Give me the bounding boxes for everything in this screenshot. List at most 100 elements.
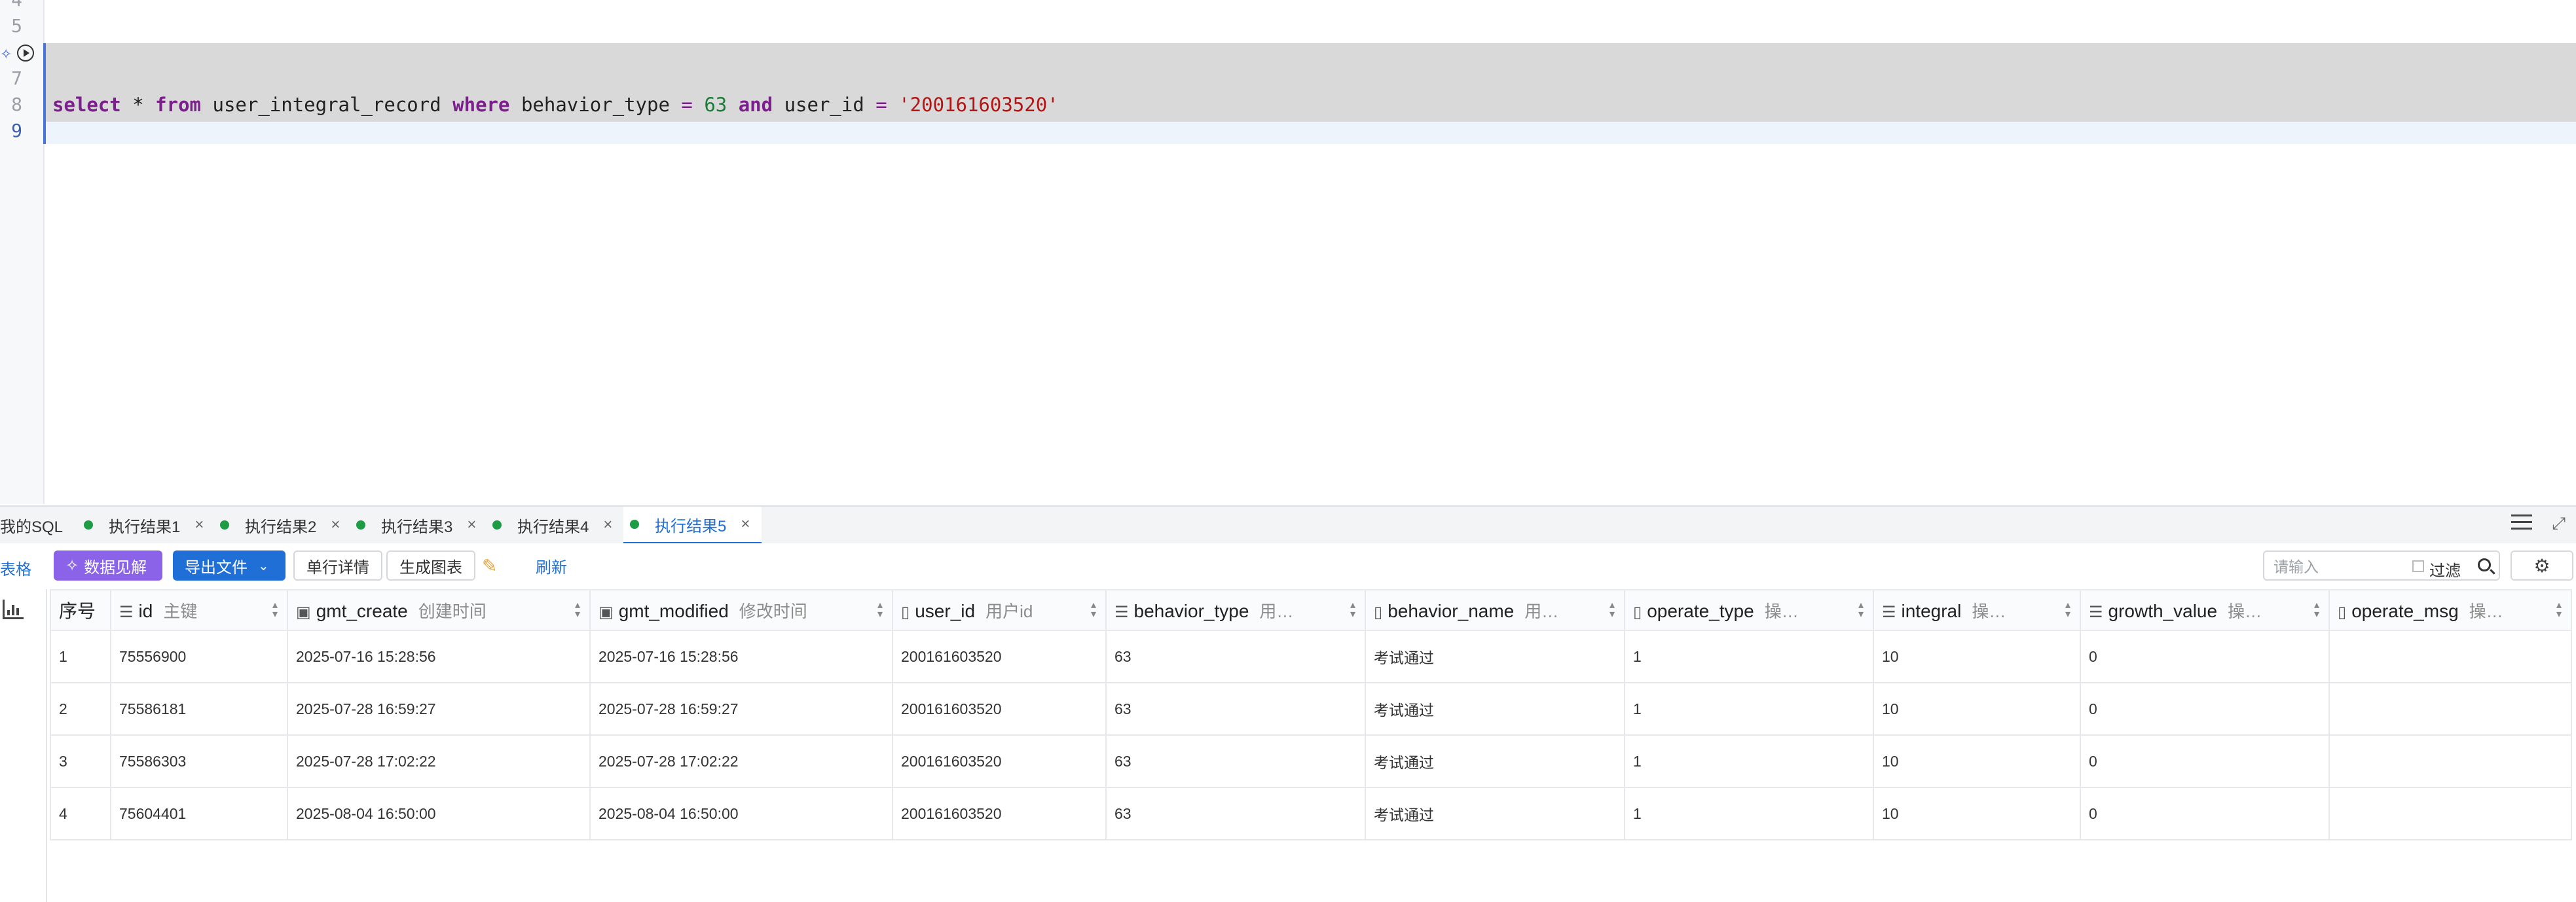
table-cell[interactable]: 0: [2080, 787, 2330, 840]
sort-icon[interactable]: ▴ ▾: [1091, 600, 1096, 620]
table-cell[interactable]: 10: [1873, 630, 2081, 683]
column-header[interactable]: ▯ operate_msg 操… ▴ ▾: [2328, 589, 2572, 631]
table-cell[interactable]: 75556900: [110, 630, 288, 683]
table-cell[interactable]: 2025-07-28 16:59:27: [589, 682, 893, 736]
close-icon[interactable]: ×: [194, 516, 204, 534]
sort-icon[interactable]: ▴ ▾: [1610, 600, 1615, 620]
sort-icon[interactable]: ▴ ▾: [2556, 600, 2562, 620]
table-cell[interactable]: 3: [50, 734, 111, 788]
table-cell[interactable]: 200161603520: [892, 787, 1107, 840]
chart-view-icon[interactable]: [3, 600, 24, 619]
ai-hint-icon[interactable]: ✧: [0, 46, 12, 63]
tab-result-5[interactable]: 执行结果5 ×: [623, 507, 762, 545]
table-cell[interactable]: 75604401: [110, 787, 288, 840]
filter-checkbox[interactable]: [2412, 560, 2424, 572]
table-cell[interactable]: 0: [2080, 630, 2330, 683]
table-cell[interactable]: 200161603520: [892, 734, 1107, 788]
clear-format-icon[interactable]: ✎: [482, 555, 497, 577]
export-file-button[interactable]: 导出文件 ⌄: [173, 550, 285, 581]
table-cell[interactable]: 2025-07-28 17:02:22: [589, 734, 893, 788]
table-cell[interactable]: 1: [50, 630, 111, 683]
generate-chart-button[interactable]: 生成图表: [386, 550, 475, 581]
table-cell[interactable]: 63: [1105, 682, 1366, 736]
settings-button[interactable]: ⚙: [2511, 550, 2573, 581]
table-row[interactable]: 2 75586181 2025-07-28 16:59:27 2025-07-2…: [50, 682, 2572, 736]
table-cell[interactable]: [2328, 734, 2572, 788]
table-cell[interactable]: 2: [50, 682, 111, 736]
table-cell[interactable]: 200161603520: [892, 630, 1107, 683]
table-row[interactable]: 4 75604401 2025-08-04 16:50:00 2025-08-0…: [50, 787, 2572, 840]
table-cell[interactable]: [2328, 787, 2572, 840]
column-header[interactable]: 序号: [50, 589, 111, 631]
table-cell[interactable]: 1: [1624, 734, 1874, 788]
run-statement-icon[interactable]: [17, 45, 34, 62]
column-header[interactable]: ▯ user_id 用户id ▴ ▾: [892, 589, 1107, 631]
sql-statement[interactable]: select * from user_integral_record where…: [52, 92, 1059, 118]
table-cell[interactable]: 75586181: [110, 682, 288, 736]
search-icon[interactable]: [2478, 558, 2491, 571]
column-header[interactable]: ☰ id 主键 ▴ ▾: [110, 589, 288, 631]
table-cell[interactable]: 考试通过: [1365, 787, 1625, 840]
table-cell[interactable]: 考试通过: [1365, 682, 1625, 736]
table-cell[interactable]: 10: [1873, 787, 2081, 840]
table-cell[interactable]: 2025-07-28 17:02:22: [287, 734, 591, 788]
button-label: 生成图表: [399, 558, 462, 577]
refresh-button[interactable]: 刷新: [524, 550, 579, 581]
tab-result-2[interactable]: 执行结果2 ×: [220, 507, 340, 543]
table-cell[interactable]: 63: [1105, 734, 1366, 788]
table-cell[interactable]: 10: [1873, 682, 2081, 736]
table-cell[interactable]: 2025-07-28 16:59:27: [287, 682, 591, 736]
tab-result-3[interactable]: 执行结果3 ×: [356, 507, 476, 543]
table-cell[interactable]: 考试通过: [1365, 734, 1625, 788]
close-icon[interactable]: ×: [467, 516, 476, 534]
sort-icon[interactable]: ▴ ▾: [575, 600, 580, 620]
expand-icon[interactable]: ⤢: [2552, 513, 2566, 533]
line-number: 4: [0, 0, 22, 13]
sql-editor[interactable]: 4 5 ✧ 7 8 9 select * from user_integral_…: [0, 0, 2576, 504]
column-header[interactable]: ▣ gmt_modified 修改时间 ▴ ▾: [589, 589, 893, 631]
close-icon[interactable]: ×: [741, 515, 750, 533]
column-header[interactable]: ☰ growth_value 操… ▴ ▾: [2080, 589, 2330, 631]
table-cell[interactable]: 1: [1624, 630, 1874, 683]
table-cell[interactable]: 2025-08-04 16:50:00: [589, 787, 893, 840]
close-icon[interactable]: ×: [331, 516, 340, 534]
table-cell[interactable]: 2025-07-16 15:28:56: [589, 630, 893, 683]
table-cell[interactable]: 4: [50, 787, 111, 840]
menu-icon[interactable]: [2511, 513, 2533, 532]
table-cell[interactable]: 200161603520: [892, 682, 1107, 736]
table-cell[interactable]: [2328, 682, 2572, 736]
search-input[interactable]: [2272, 557, 2393, 577]
sort-icon[interactable]: ▴ ▾: [1350, 600, 1355, 620]
tab-result-1[interactable]: 执行结果1 ×: [84, 507, 204, 543]
data-insight-button[interactable]: ✧ 数据见解: [54, 550, 162, 581]
table-cell[interactable]: 考试通过: [1365, 630, 1625, 683]
table-cell[interactable]: 1: [1624, 682, 1874, 736]
table-cell[interactable]: 0: [2080, 682, 2330, 736]
sort-icon[interactable]: ▴ ▾: [2314, 600, 2319, 620]
table-cell[interactable]: [2328, 630, 2572, 683]
column-header[interactable]: ☰ behavior_type 用… ▴ ▾: [1105, 589, 1366, 631]
column-header[interactable]: ☰ integral 操… ▴ ▾: [1873, 589, 2081, 631]
table-cell[interactable]: 63: [1105, 630, 1366, 683]
tab-result-4[interactable]: 执行结果4 ×: [492, 507, 612, 543]
table-row[interactable]: 3 75586303 2025-07-28 17:02:22 2025-07-2…: [50, 734, 2572, 788]
sort-icon[interactable]: ▴ ▾: [2065, 600, 2070, 620]
table-cell[interactable]: 75586303: [110, 734, 288, 788]
table-cell[interactable]: 2025-08-04 16:50:00: [287, 787, 591, 840]
table-cell[interactable]: 1: [1624, 787, 1874, 840]
table-cell[interactable]: 63: [1105, 787, 1366, 840]
table-cell[interactable]: 0: [2080, 734, 2330, 788]
column-header[interactable]: ▣ gmt_create 创建时间 ▴ ▾: [287, 589, 591, 631]
row-detail-button[interactable]: 单行详情: [293, 550, 382, 581]
column-header[interactable]: ▯ behavior_name 用… ▴ ▾: [1365, 589, 1625, 631]
sort-icon[interactable]: ▴ ▾: [1858, 600, 1864, 620]
sort-icon[interactable]: ▴ ▾: [877, 600, 883, 620]
table-cell[interactable]: 2025-07-16 15:28:56: [287, 630, 591, 683]
table-row[interactable]: 1 75556900 2025-07-16 15:28:56 2025-07-1…: [50, 630, 2572, 683]
table-cell[interactable]: 10: [1873, 734, 2081, 788]
column-header[interactable]: ▯ operate_type 操… ▴ ▾: [1624, 589, 1874, 631]
sort-icon[interactable]: ▴ ▾: [272, 600, 278, 620]
view-table-toggle[interactable]: 表格: [0, 556, 31, 579]
close-icon[interactable]: ×: [603, 516, 612, 534]
tab-my-sql[interactable]: 我的SQL: [0, 507, 76, 543]
